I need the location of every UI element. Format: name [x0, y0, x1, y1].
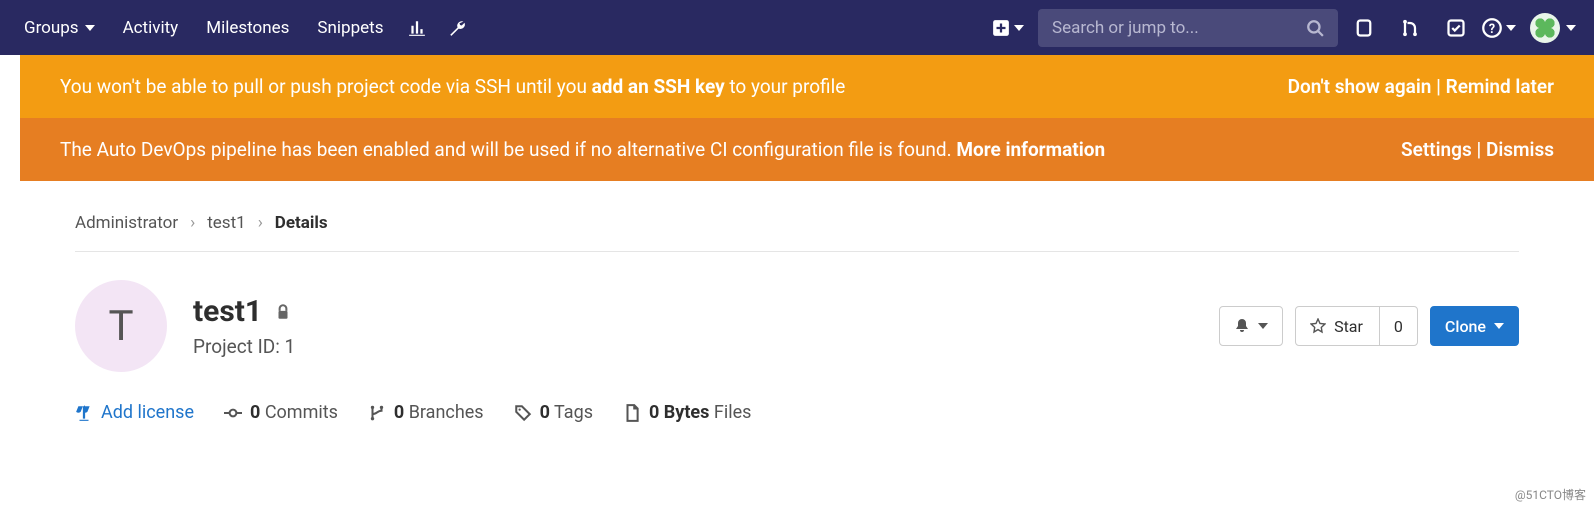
commits-stat[interactable]: 0 Commits	[224, 402, 338, 423]
nav-groups-label: Groups	[24, 18, 79, 38]
nav-left: Groups Activity Milestones Snippets	[10, 8, 477, 48]
branch-icon	[368, 404, 386, 422]
chevron-down-icon	[1506, 25, 1516, 31]
ssh-remind-later-link[interactable]: Remind later	[1446, 75, 1554, 98]
ssh-banner: You won't be able to pull or push projec…	[20, 55, 1594, 118]
nav-right: ?	[984, 8, 1584, 48]
top-navbar: Groups Activity Milestones Snippets	[0, 0, 1594, 55]
size-count: 0 Bytes	[649, 402, 709, 423]
chevron-down-icon	[1258, 323, 1268, 329]
add-license-label: Add license	[101, 402, 194, 423]
issues-icon[interactable]	[1344, 8, 1384, 48]
star-label: Star	[1334, 317, 1363, 336]
branches-stat[interactable]: 0 Branches	[368, 402, 484, 423]
file-icon	[623, 404, 641, 422]
devops-dismiss-link[interactable]: Dismiss	[1486, 138, 1554, 161]
wrench-icon[interactable]	[437, 8, 477, 48]
devops-more-info-link[interactable]: More information	[956, 138, 1105, 161]
nav-activity[interactable]: Activity	[109, 18, 193, 38]
commits-count: 0	[250, 402, 260, 423]
tags-stat[interactable]: 0 Tags	[514, 402, 593, 423]
star-count: 0	[1379, 307, 1417, 345]
chevron-down-icon	[1566, 25, 1576, 31]
ssh-dont-show-link[interactable]: Don't show again	[1288, 75, 1432, 98]
project-title: test1	[193, 294, 262, 329]
nav-groups[interactable]: Groups	[10, 18, 109, 38]
plus-icon	[992, 19, 1010, 37]
chevron-down-icon	[1014, 25, 1024, 31]
notifications-button[interactable]	[1219, 306, 1283, 346]
search-input[interactable]	[1052, 18, 1306, 38]
ssh-banner-pre: You won't be able to pull or push projec…	[60, 75, 592, 98]
todos-icon[interactable]	[1436, 8, 1476, 48]
ssh-banner-post: to your profile	[729, 75, 845, 98]
scale-icon	[75, 404, 93, 422]
breadcrumb-separator: ›	[190, 213, 195, 233]
project-title-block: test1 Project ID: 1	[193, 294, 1219, 358]
breadcrumb: Administrator › test1 › Details	[75, 201, 1519, 252]
separator: |	[1476, 138, 1485, 161]
project-stats: Add license 0 Commits 0 Branches 0 Tags …	[75, 392, 1519, 433]
tags-count: 0	[540, 402, 550, 423]
nav-snippets[interactable]: Snippets	[303, 18, 397, 38]
tags-label: Tags	[554, 402, 593, 423]
watermark: @51CTO博客	[1515, 486, 1586, 503]
search-box[interactable]	[1038, 9, 1338, 47]
merge-requests-icon[interactable]	[1390, 8, 1430, 48]
project-id: Project ID: 1	[193, 335, 1219, 358]
separator: |	[1436, 75, 1445, 98]
star-button[interactable]: Star 0	[1295, 306, 1418, 346]
breadcrumb-separator: ›	[258, 213, 263, 233]
branches-label: Branches	[409, 402, 484, 423]
clone-label: Clone	[1445, 317, 1486, 336]
branches-count: 0	[394, 402, 404, 423]
nav-milestones[interactable]: Milestones	[192, 18, 303, 38]
project-header: T test1 Project ID: 1 Star 0 Clone	[75, 252, 1519, 392]
help-menu[interactable]: ?	[1482, 18, 1516, 38]
breadcrumb-current: Details	[275, 213, 328, 233]
breadcrumb-owner[interactable]: Administrator	[75, 213, 178, 233]
devops-banner-message: The Auto DevOps pipeline has been enable…	[60, 138, 1401, 161]
new-menu[interactable]	[984, 19, 1032, 37]
breadcrumb-project[interactable]: test1	[207, 213, 245, 233]
project-avatar: T	[75, 280, 167, 372]
ssh-banner-actions: Don't show again | Remind later	[1288, 75, 1554, 98]
svg-text:?: ?	[1489, 22, 1495, 37]
star-icon	[1310, 318, 1326, 334]
size-label: Files	[714, 402, 752, 423]
commits-label: Commits	[265, 402, 338, 423]
content-area: Administrator › test1 › Details T test1 …	[0, 181, 1594, 453]
lock-icon	[274, 303, 292, 321]
files-stat[interactable]: 0 Bytes Files	[623, 402, 751, 423]
devops-banner-actions: Settings | Dismiss	[1401, 138, 1554, 161]
add-license-link[interactable]: Add license	[75, 402, 194, 423]
ssh-banner-link[interactable]: add an SSH key	[592, 75, 725, 98]
devops-banner: The Auto DevOps pipeline has been enable…	[20, 118, 1594, 181]
project-actions: Star 0 Clone	[1219, 306, 1519, 346]
user-menu[interactable]	[1522, 13, 1584, 43]
devops-banner-text: The Auto DevOps pipeline has been enable…	[60, 138, 956, 161]
search-icon	[1306, 19, 1324, 37]
tag-icon	[514, 404, 532, 422]
bell-icon	[1234, 318, 1250, 334]
chevron-down-icon	[85, 25, 95, 31]
chart-icon[interactable]	[397, 8, 437, 48]
ssh-banner-message: You won't be able to pull or push projec…	[60, 75, 1288, 98]
commit-icon	[224, 404, 242, 422]
devops-settings-link[interactable]: Settings	[1401, 138, 1472, 161]
avatar	[1530, 13, 1560, 43]
clone-button[interactable]: Clone	[1430, 306, 1519, 346]
chevron-down-icon	[1494, 323, 1504, 329]
help-icon: ?	[1482, 18, 1502, 38]
